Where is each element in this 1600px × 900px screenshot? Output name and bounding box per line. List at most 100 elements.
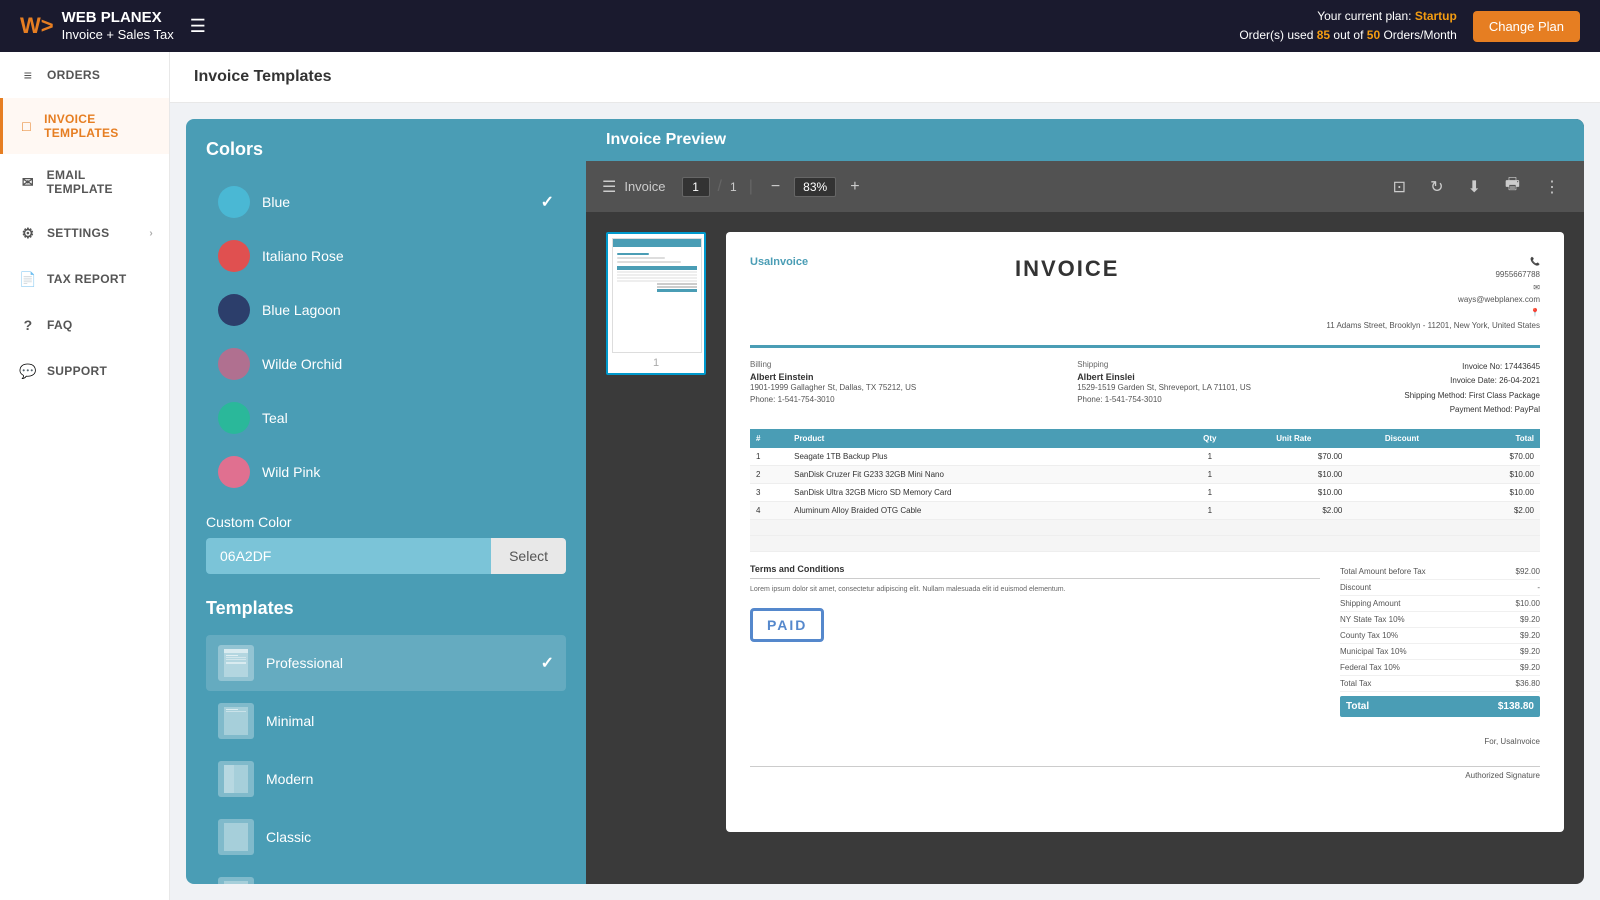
custom-color-input[interactable] xyxy=(206,538,491,574)
color-item-italiano-rose[interactable]: Italiano Rose xyxy=(206,230,566,282)
logo-icon: W> xyxy=(20,13,54,39)
thumbnail-panel: 1 xyxy=(606,232,706,864)
panel-container: Colors Blue ✓ Italiano Rose xyxy=(186,119,1584,884)
sidebar-item-settings[interactable]: ⚙ SETTINGS › xyxy=(0,210,169,256)
thumbnail-page-number: 1 xyxy=(612,357,700,369)
pdf-zoom-out-button[interactable]: − xyxy=(765,176,786,198)
sidebar-item-faq-label: FAQ xyxy=(47,318,73,332)
invoice-terms: Terms and Conditions Lorem ipsum dolor s… xyxy=(750,564,1320,717)
col-product: Product xyxy=(788,429,1180,448)
settings-icon: ⚙ xyxy=(19,224,37,242)
invoice-totals: Total Amount before Tax $92.00 Discount … xyxy=(1340,564,1540,717)
paid-stamp: PAID xyxy=(750,608,824,642)
pdf-menu-icon[interactable]: ☰ xyxy=(602,177,616,197)
sidebar-item-settings-label: SETTINGS xyxy=(47,226,109,240)
invoice-table: # Product Qty Unit Rate Discount Total xyxy=(750,429,1540,552)
pdf-download-button[interactable]: ⬇ xyxy=(1459,173,1488,201)
pdf-rotate-button[interactable]: ↻ xyxy=(1422,173,1451,201)
settings-arrow-icon: › xyxy=(149,228,153,239)
change-plan-button[interactable]: Change Plan xyxy=(1473,11,1580,42)
terms-text: Lorem ipsum dolor sit amet, consectetur … xyxy=(750,585,1320,596)
invoice-divider xyxy=(750,345,1540,348)
email-template-icon: ✉ xyxy=(19,173,37,191)
blue-lagoon-label: Blue Lagoon xyxy=(262,302,554,318)
color-item-wilde-orchid[interactable]: Wilde Orchid xyxy=(206,338,566,390)
sidebar-item-faq[interactable]: ? FAQ xyxy=(0,302,169,348)
invoice-title: INVOICE xyxy=(1015,256,1119,282)
template-list: Professional ✓ Minimal xyxy=(206,635,566,884)
sidebar-item-orders[interactable]: ≡ ORDERS xyxy=(0,52,169,98)
municipal-tax-row: Municipal Tax 10% $9.20 xyxy=(1340,644,1540,660)
color-item-wild-pink[interactable]: Wild Pink xyxy=(206,446,566,498)
empty-row xyxy=(750,536,1540,552)
invoice-signature: For, UsaInvoice Authorized Signature xyxy=(750,737,1540,780)
menu-icon[interactable]: ☰ xyxy=(190,16,206,37)
blue-check: ✓ xyxy=(541,192,554,212)
invoice-shipping-method-row: Shipping Method: First Class Package xyxy=(1404,389,1540,403)
color-item-teal[interactable]: Teal xyxy=(206,392,566,444)
color-item-blue[interactable]: Blue ✓ xyxy=(206,176,566,228)
sidebar-item-tax-report[interactable]: 📄 TAX REPORT xyxy=(0,256,169,302)
table-row: 4 Aluminum Alloy Braided OTG Cable 1 $2.… xyxy=(750,502,1540,520)
table-row: 3 SanDisk Ultra 32GB Micro SD Memory Car… xyxy=(750,484,1540,502)
terms-divider xyxy=(750,578,1320,579)
template-item-professional[interactable]: Professional ✓ xyxy=(206,635,566,691)
invoice-table-header-row: # Product Qty Unit Rate Discount Total xyxy=(750,429,1540,448)
invoice-table-body: 1 Seagate 1TB Backup Plus 1 $70.00 $70.0… xyxy=(750,448,1540,552)
shipping-name: Albert Einslei xyxy=(1077,372,1404,382)
template-item-standard[interactable]: Standard xyxy=(206,867,566,884)
italiano-rose-label: Italiano Rose xyxy=(262,248,554,264)
topbar: W> WEB PLANEX Invoice + Sales Tax ☰ Your… xyxy=(0,0,1600,52)
sidebar-item-support-label: SUPPORT xyxy=(47,364,107,378)
pdf-page-input[interactable] xyxy=(682,177,710,197)
sidebar: ≡ ORDERS □ INVOICE TEMPLATES ✉ EMAIL TEM… xyxy=(0,52,170,900)
topbar-left: W> WEB PLANEX Invoice + Sales Tax ☰ xyxy=(20,9,206,43)
professional-check: ✓ xyxy=(541,653,554,673)
invoice-header: UsaInvoice INVOICE 📞 9955667788 ✉ ways@w… xyxy=(750,256,1540,333)
sidebar-item-email-template[interactable]: ✉ EMAIL TEMPLATE xyxy=(0,154,169,210)
faq-icon: ? xyxy=(19,316,37,334)
col-unit-rate: Unit Rate xyxy=(1239,429,1348,448)
select-color-button[interactable]: Select xyxy=(491,538,566,574)
sidebar-item-support[interactable]: 💬 SUPPORT xyxy=(0,348,169,394)
shipping-amount-row: Shipping Amount $10.00 xyxy=(1340,596,1540,612)
color-item-blue-lagoon[interactable]: Blue Lagoon xyxy=(206,284,566,336)
template-item-minimal[interactable]: Minimal xyxy=(206,693,566,749)
col-num: # xyxy=(750,429,788,448)
pdf-zoom-in-button[interactable]: + xyxy=(844,176,865,198)
minimal-thumb xyxy=(218,703,254,739)
thumbnail-page-1[interactable]: 1 xyxy=(606,232,706,375)
orders-icon: ≡ xyxy=(19,66,37,84)
table-row: 1 Seagate 1TB Backup Plus 1 $70.00 $70.0… xyxy=(750,448,1540,466)
pdf-fit-page-button[interactable]: ⊡ xyxy=(1385,173,1414,201)
content-header: Invoice Templates xyxy=(170,52,1600,103)
colors-title: Colors xyxy=(206,139,566,160)
support-icon: 💬 xyxy=(19,362,37,380)
pdf-more-button[interactable]: ⋮ xyxy=(1536,173,1568,201)
sidebar-item-invoice-templates[interactable]: □ INVOICE TEMPLATES xyxy=(0,98,169,154)
professional-label: Professional xyxy=(266,655,529,671)
invoice-no-row: Invoice No: 17443645 xyxy=(1404,360,1540,374)
modern-label: Modern xyxy=(266,771,554,787)
pdf-toolbar: ☰ Invoice / 1 | − 83% + ⊡ ↻ ⬇ 🖶 xyxy=(586,161,1584,212)
sidebar-item-tax-report-label: TAX REPORT xyxy=(47,272,126,286)
template-item-modern[interactable]: Modern xyxy=(206,751,566,807)
invoice-bottom: Terms and Conditions Lorem ipsum dolor s… xyxy=(750,564,1540,717)
empty-row xyxy=(750,520,1540,536)
classic-thumb xyxy=(218,819,254,855)
custom-color-section: Custom Color Select xyxy=(206,514,566,574)
invoice-payment-method-row: Payment Method: PayPal xyxy=(1404,403,1540,417)
county-tax-row: County Tax 10% $9.20 xyxy=(1340,628,1540,644)
invoice-document: UsaInvoice INVOICE 📞 9955667788 ✉ ways@w… xyxy=(726,232,1564,832)
logo-text: WEB PLANEX Invoice + Sales Tax xyxy=(62,9,174,43)
template-item-classic[interactable]: Classic xyxy=(206,809,566,865)
custom-color-input-row: Select xyxy=(206,538,566,574)
templates-title: Templates xyxy=(206,598,566,619)
tax-report-icon: 📄 xyxy=(19,270,37,288)
pdf-print-button[interactable]: 🖶 xyxy=(1497,169,1528,204)
invoice-meta: Invoice No: 17443645 Invoice Date: 26-04… xyxy=(1404,360,1540,418)
invoice-billing: Billing Albert Einstein 1901-1999 Gallag… xyxy=(750,360,1077,418)
total-tax-row: Total Tax $36.80 xyxy=(1340,676,1540,692)
plan-info: Your current plan: Startup Order(s) used… xyxy=(1239,7,1456,45)
shipping-address: 1529-1519 Garden St, Shreveport, LA 7110… xyxy=(1077,382,1404,406)
